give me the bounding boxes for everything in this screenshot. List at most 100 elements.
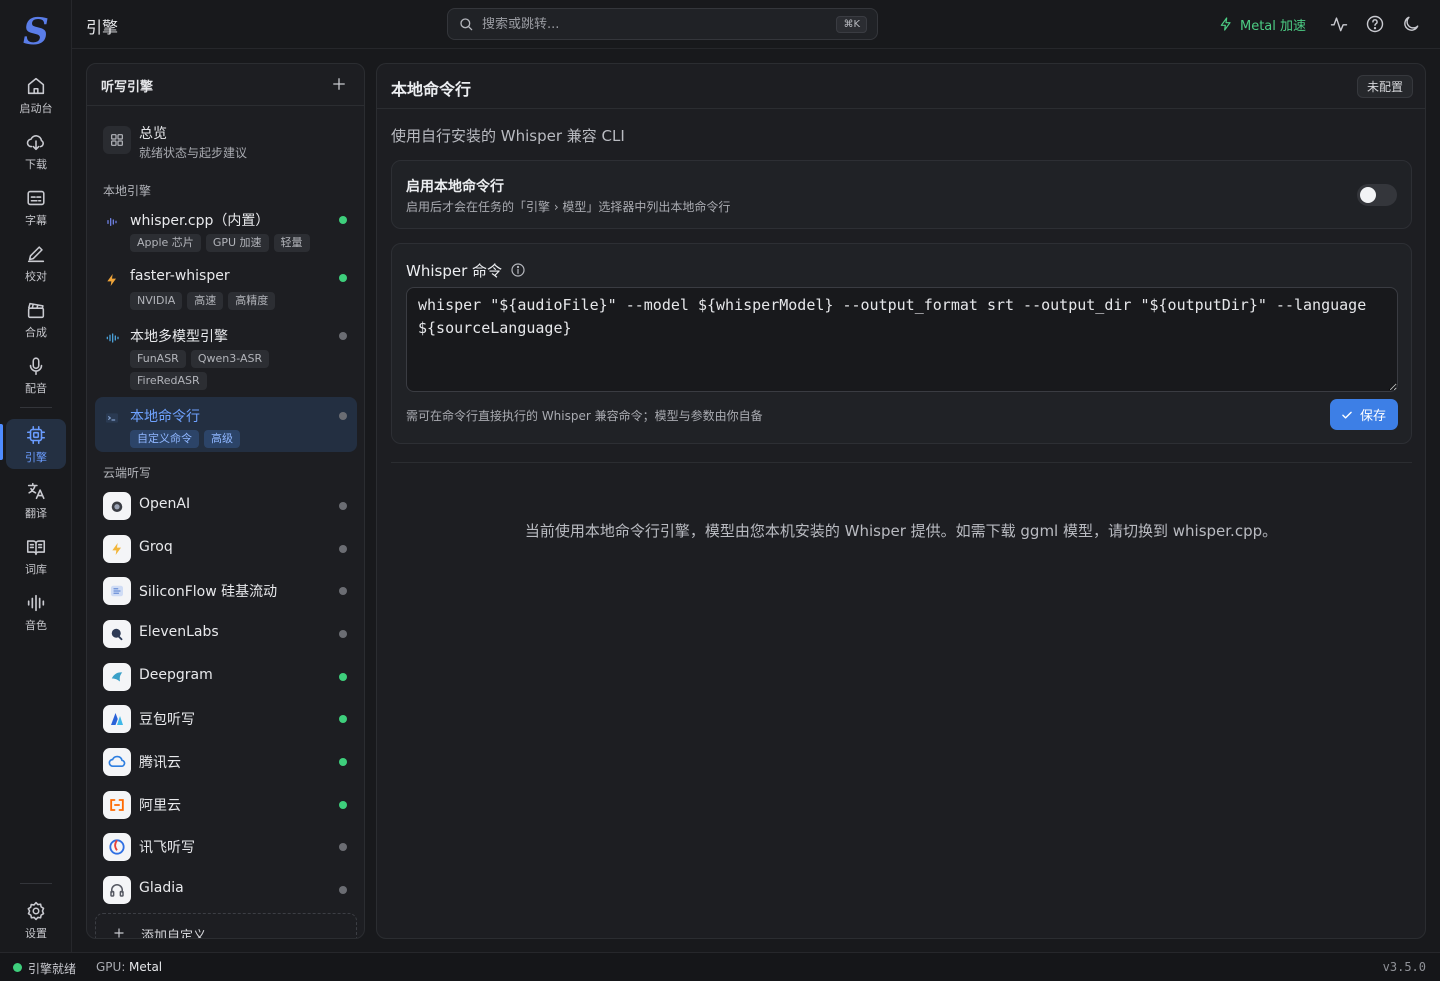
- engine-status-text: 引擎就绪: [28, 962, 77, 976]
- cloud-item-elevenlabs[interactable]: ElevenLabs: [95, 614, 357, 654]
- engine-tags: 自定义命令 高级: [130, 430, 345, 448]
- nav-item-label: 校对: [25, 269, 47, 283]
- cloud-item-gladia[interactable]: Gladia: [95, 870, 357, 910]
- engine-list-panel: 听写引擎 总览 就绪状态与起步建议 本地引擎 whisper.cpp（内置） A…: [86, 63, 365, 939]
- doubao-logo-icon: [103, 705, 131, 733]
- search-icon: [460, 18, 473, 31]
- cloud-item-deepgram[interactable]: Deepgram: [95, 657, 357, 697]
- whisper-command-card: Whisper 命令 需可在命令行直接执行的 Whisper 兼容命令；模型与参…: [391, 243, 1412, 444]
- detail-header: 本地命令行 未配置: [377, 64, 1425, 109]
- cloud-engine-name: Gladia: [139, 880, 184, 896]
- overview-subtitle: 就绪状态与起步建议: [139, 146, 248, 160]
- engine-detail-panel: 本地命令行 未配置 使用自行安装的 Whisper 兼容 CLI 启用本地命令行…: [376, 63, 1426, 939]
- engine-tag: FunASR: [130, 350, 186, 368]
- whisper-command-input[interactable]: [406, 287, 1398, 392]
- cloud-item-groq[interactable]: Groq: [95, 529, 357, 569]
- engine-status-dot: [339, 758, 347, 766]
- nav-item-label: 引擎: [25, 450, 47, 464]
- engine-tag: Apple 芯片: [130, 234, 201, 252]
- engine-status-dot: [339, 545, 347, 553]
- cloud-engine-name: Deepgram: [139, 667, 213, 683]
- engine-item-local-cli[interactable]: 本地命令行 自定义命令 高级: [95, 397, 357, 452]
- subtitle-icon: [27, 190, 45, 205]
- detail-divider: [391, 462, 1412, 463]
- moon-icon[interactable]: [1401, 14, 1421, 34]
- engine-tag: 轻量: [273, 234, 310, 252]
- audio-bars-icon: [107, 218, 117, 226]
- info-icon[interactable]: [510, 262, 526, 278]
- nav-item-label: 启动台: [19, 101, 53, 115]
- nav-item-translate[interactable]: 翻译: [6, 475, 66, 525]
- nav-item-label: 词库: [25, 562, 47, 576]
- page-title: 引擎: [86, 18, 119, 37]
- save-button[interactable]: 保存: [1329, 399, 1398, 430]
- whisper-command-title: Whisper 命令: [406, 262, 503, 280]
- nav-item-dubbing[interactable]: 配音: [6, 350, 66, 400]
- nav-item-launchpad[interactable]: 启动台: [6, 70, 66, 120]
- add-engine-icon[interactable]: [330, 75, 348, 93]
- nav-item-label: 设置: [25, 926, 47, 940]
- nav-item-settings[interactable]: 设置: [6, 895, 66, 945]
- search-box[interactable]: ⌘K: [447, 8, 878, 40]
- engine-item-whisper-cpp[interactable]: whisper.cpp（内置） Apple 芯片 GPU 加速 轻量: [95, 201, 357, 259]
- add-custom-label: 添加自定义: [141, 929, 207, 939]
- engine-tag: NVIDIA: [130, 292, 183, 310]
- home-icon: [27, 77, 45, 94]
- nav-item-compose[interactable]: 合成: [6, 294, 66, 344]
- status-bar: 引擎就绪 GPU: Metal v3.5.0: [0, 952, 1440, 981]
- cloud-item-tencent-cloud[interactable]: 腾讯云: [95, 742, 357, 782]
- overview-title: 总览: [139, 126, 167, 142]
- engine-tag: GPU 加速: [205, 234, 269, 252]
- translate-icon: [27, 482, 45, 499]
- nav-item-voices[interactable]: 音色: [6, 587, 66, 637]
- toggle-knob: [1360, 187, 1376, 203]
- engine-tags: NVIDIA 高速 高精度: [130, 292, 345, 310]
- search-input[interactable]: [482, 16, 837, 32]
- nav-item-engine[interactable]: 引擎: [6, 419, 66, 469]
- engine-tag: 自定义命令: [130, 430, 199, 448]
- cloud-engine-name: Groq: [139, 539, 173, 555]
- nav-item-subtitles[interactable]: 字幕: [6, 182, 66, 232]
- metal-acceleration-label: Metal 加速: [1240, 18, 1307, 34]
- engine-item-faster-whisper[interactable]: faster-whisper NVIDIA 高速 高精度: [95, 259, 357, 317]
- cloud-engine-name: 腾讯云: [139, 755, 181, 771]
- cloud-engine-name: SiliconFlow 硅基流动: [139, 584, 278, 600]
- engine-status-dot: [339, 801, 347, 809]
- clapperboard-icon: [27, 302, 45, 318]
- grid-icon: [103, 126, 131, 154]
- engine-name: 本地多模型引擎: [130, 329, 228, 345]
- nav-item-download[interactable]: 下载: [6, 126, 66, 176]
- nav-item-label: 下载: [25, 157, 47, 171]
- engine-tags: Apple 芯片 GPU 加速 轻量: [130, 234, 345, 252]
- overview-item[interactable]: 总览 就绪状态与起步建议: [95, 118, 357, 164]
- engine-status-dot: [339, 332, 347, 340]
- cloud-engine-name: OpenAI: [139, 496, 191, 512]
- activity-icon[interactable]: [1329, 14, 1349, 34]
- engine-status-dot: [339, 502, 347, 510]
- engine-status-dot: [339, 216, 347, 224]
- engine-item-local-multimodel[interactable]: 本地多模型引擎 FunASR Qwen3-ASR FireRedASR: [95, 317, 357, 395]
- cloud-item-aliyun[interactable]: 阿里云: [95, 785, 357, 825]
- enable-cli-subtitle: 启用后才会在任务的「引擎 › 模型」选择器中列出本地命令行: [406, 200, 731, 214]
- enable-cli-toggle[interactable]: [1357, 184, 1397, 206]
- cloud-engine-name: ElevenLabs: [139, 624, 219, 640]
- metal-acceleration-button[interactable]: Metal 加速: [1218, 13, 1306, 35]
- nav-item-proofread[interactable]: 校对: [6, 238, 66, 288]
- add-custom-engine-button[interactable]: 添加自定义: [95, 913, 357, 939]
- nav-item-glossary[interactable]: 词库: [6, 531, 66, 581]
- help-icon[interactable]: [1365, 14, 1385, 34]
- pen-icon: [27, 245, 45, 262]
- engine-name: faster-whisper: [130, 268, 230, 284]
- cloud-item-siliconflow[interactable]: SiliconFlow 硅基流动: [95, 571, 357, 611]
- app-logo[interactable]: S: [14, 11, 58, 53]
- cloud-item-openai[interactable]: OpenAI: [95, 486, 357, 526]
- nav-rail: S 启动台 下载 字幕 校对 合成 配音 引擎 翻译 词库 音色 设置: [0, 0, 72, 952]
- cloud-item-iflytek[interactable]: 讯飞听写: [95, 827, 357, 867]
- engine-tag: Qwen3-ASR: [190, 350, 270, 368]
- cloud-item-doubao[interactable]: 豆包听写: [95, 699, 357, 739]
- engine-status-dot: [339, 715, 347, 723]
- lightning-icon: [107, 274, 116, 286]
- engine-list-header: 听写引擎: [87, 64, 364, 106]
- headphones-logo-icon: [103, 876, 131, 904]
- engine-status-dot: [339, 274, 347, 282]
